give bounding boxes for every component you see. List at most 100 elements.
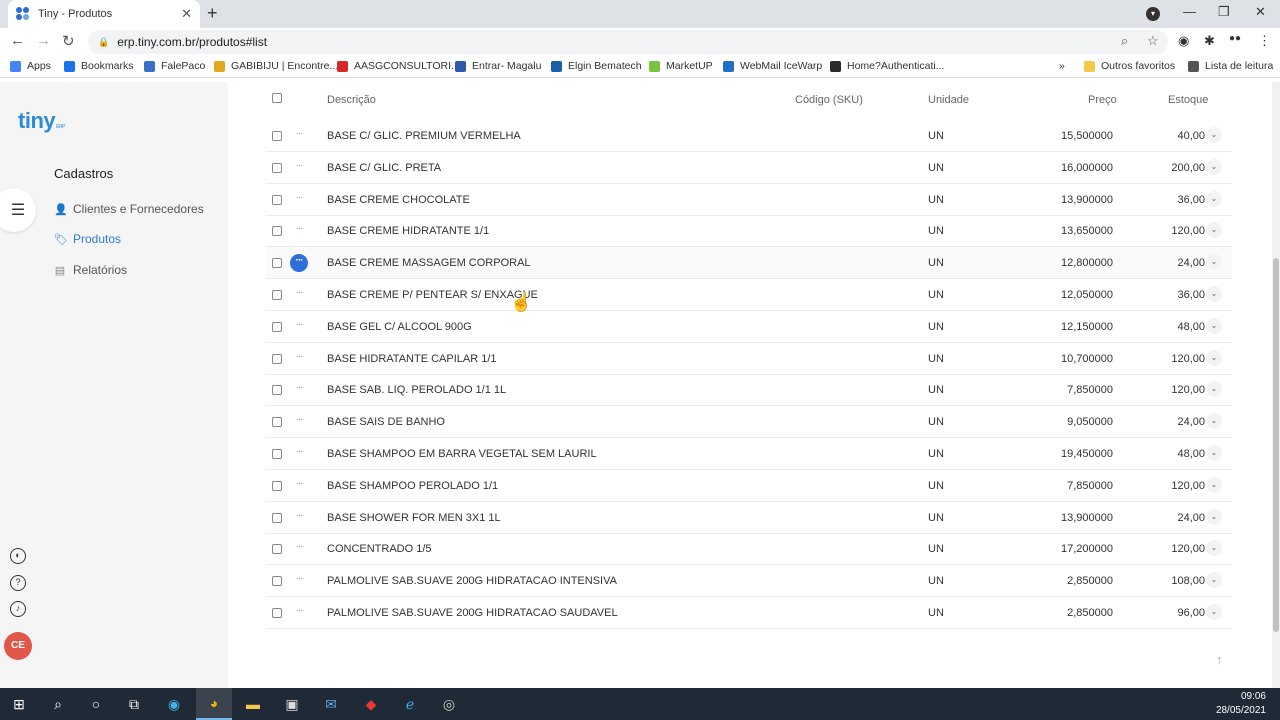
cell-description[interactable]: BASE SAB. LIQ. PEROLADO 1/1 1L [327,374,506,406]
select-all-checkbox[interactable] [272,93,282,103]
row-checkbox[interactable] [272,417,282,428]
row-checkbox[interactable] [272,449,282,459]
cell-description[interactable]: CONCENTRADO 1/5 [327,533,432,565]
row-actions-icon[interactable]: ··· [290,604,308,622]
table-row[interactable]: ··· BASE CREME CHOCOLATE UN 13,900000 36,00 ⌄ [266,184,1232,216]
table-row[interactable]: ··· PALMOLIVE SAB.SUAVE 200G HIDRATACAO I… [266,565,1232,598]
table-row[interactable]: ··· BASE CREME MASSAGEM CORPORAL UN 12,8000… [266,247,1232,280]
row-checkbox[interactable] [272,321,282,332]
page-scrollbar[interactable] [1272,82,1280,688]
bookmark-apps[interactable]: Apps [10,60,51,72]
table-row[interactable]: ··· BASE SAIS DE BANHO UN 9,050000 24,00 ⌄ [266,406,1232,439]
tab-close-icon[interactable]: ✕ [181,6,192,22]
chevron-down-icon[interactable]: ⌄ [1206,286,1222,302]
row-checkbox[interactable] [272,131,282,141]
bookmark-bookmarks[interactable]: Bookmarks [64,60,134,72]
file-explorer-icon[interactable]: ▬ [243,694,263,714]
taskbar-clock[interactable]: 09:06 28/05/2021 [1216,690,1266,718]
cell-description[interactable]: BASE HIDRATANTE CAPILAR 1/1 [327,343,497,375]
row-actions-icon[interactable]: ··· [290,509,308,527]
cell-description[interactable]: BASE SHAMPOO EM BARRA VEGETAL SEM LAURIL [327,438,597,470]
table-row[interactable]: ··· BASE CREME P/ PENTEAR S/ ENXAGUE UN 12,… [266,279,1232,311]
chevron-down-icon[interactable]: ⌄ [1206,190,1222,207]
restore-button[interactable]: ❐ [1218,4,1230,20]
row-actions-icon[interactable]: ··· [290,127,308,145]
mail-icon[interactable]: ✉ [321,694,341,714]
bookmark-other-favorites[interactable]: Outros favoritos [1084,60,1175,72]
cell-description[interactable]: BASE SHAMPOO PEROLADO 1/1 [327,470,498,502]
row-checkbox[interactable] [272,258,282,269]
column-header-sku[interactable]: Código (SKU) [795,94,863,106]
table-row[interactable]: ··· BASE SAB. LIQ. PEROLADO 1/1 1L UN 7,850… [266,374,1232,407]
row-actions-icon[interactable]: ··· [290,286,308,304]
chevron-down-icon[interactable]: ⌄ [1206,540,1222,557]
table-row[interactable]: ··· PALMOLIVE SAB.SUAVE 200G HIDRATACAO S… [266,597,1232,629]
table-row[interactable]: ··· BASE SHAMPOO PEROLADO 1/1 UN 7,850000 12… [266,470,1232,502]
bookmark-elgin[interactable]: Elgin Bematech [551,60,642,72]
table-row[interactable]: ··· BASE C/ GLIC. PRETA UN 16,000000 200,00 ⌄ [266,152,1232,184]
row-actions-icon[interactable]: ··· [290,572,308,590]
cell-description[interactable]: BASE C/ GLIC. PRETA [327,152,441,184]
row-checkbox[interactable] [272,290,282,300]
row-actions-icon[interactable]: ··· [290,540,308,558]
search-icon[interactable]: ⌕ [48,694,68,714]
chevron-down-icon[interactable]: ⌄ [1206,158,1222,175]
help-icon[interactable]: ? [10,575,26,591]
chevron-down-icon[interactable]: ⌄ [1206,572,1222,589]
chrome-menu-icon[interactable]: ⋮ [1258,33,1271,49]
scrollbar-thumb[interactable] [1273,258,1279,632]
close-window-button[interactable]: ✕ [1255,4,1266,20]
cell-description[interactable]: BASE SHOWER FOR MEN 3X1 1L [327,502,501,534]
cell-description[interactable]: BASE CREME P/ PENTEAR S/ ENXAGUE [327,279,538,311]
profile-icon[interactable]: ●● [1229,33,1241,44]
contrast-icon[interactable]: ◐ [10,548,26,564]
row-checkbox[interactable] [272,353,282,364]
column-header-price[interactable]: Preço [1088,94,1117,106]
row-checkbox[interactable] [272,608,282,618]
bookmarks-overflow[interactable]: » [1059,60,1065,72]
new-tab-button[interactable]: + [207,3,218,24]
row-actions-icon[interactable]: ··· [290,222,308,240]
column-header-unit[interactable]: Unidade [928,94,969,106]
bookmark-icewarp[interactable]: WebMail IceWarp [723,60,822,72]
cell-description[interactable]: BASE CREME CHOCOLATE [327,184,470,216]
cell-description[interactable]: BASE CREME MASSAGEM CORPORAL [327,247,531,279]
reading-list[interactable]: Lista de leitura [1188,60,1273,72]
forward-arrow-icon[interactable]: → [36,32,51,49]
chevron-down-icon[interactable]: ⌄ [1206,445,1222,461]
row-checkbox[interactable] [272,226,282,237]
row-checkbox[interactable] [272,544,282,555]
puzzle-extensions-icon[interactable]: ✱ [1204,33,1215,49]
chevron-down-icon[interactable]: ⌄ [1206,604,1222,620]
obs-icon[interactable]: ◎ [439,694,459,714]
column-header-stock[interactable]: Estoque [1168,94,1208,106]
chevron-down-icon[interactable]: ⌄ [1206,127,1222,143]
internet-explorer-icon[interactable]: ℯ [400,694,420,714]
row-actions-icon[interactable]: ··· [290,191,308,209]
task-view-icon[interactable]: ⧉ [124,694,144,714]
extension-g-icon[interactable]: ◉ [1178,33,1189,49]
row-checkbox[interactable] [272,576,282,587]
bookmark-marketup[interactable]: MarketUP [649,60,713,72]
cell-description[interactable]: BASE C/ GLIC. PREMIUM VERMELHA [327,120,521,152]
chevron-down-icon[interactable]: ⌄ [1206,222,1222,239]
row-actions-icon[interactable]: ··· [290,413,308,431]
cell-description[interactable]: PALMOLIVE SAB.SUAVE 200G HIDRATACAO INTE… [327,565,617,597]
table-row[interactable]: ··· BASE SHOWER FOR MEN 3X1 1L UN 13,900000… [266,502,1232,534]
chevron-down-icon[interactable]: ⌄ [1206,508,1222,525]
row-checkbox[interactable] [272,512,282,523]
row-checkbox[interactable] [272,162,282,173]
user-avatar[interactable]: CE [4,632,32,660]
chevron-down-icon[interactable]: ⌄ [1206,317,1222,334]
row-actions-icon[interactable]: ··· [290,350,308,368]
bookmark-gabibiju[interactable]: GABIBIJU | Encontre... [214,60,338,72]
row-checkbox[interactable] [272,194,282,205]
cortana-icon[interactable]: ○ [86,694,106,714]
store-icon[interactable]: ▣ [282,694,302,714]
bookmark-aasgconsultoria[interactable]: AASGCONSULTORI... [337,60,460,72]
row-actions-icon[interactable]: ··· [290,159,308,177]
row-actions-icon[interactable]: ··· [290,445,308,463]
row-actions-icon[interactable]: ··· [290,477,308,495]
table-row[interactable]: ··· BASE CREME HIDRATANTE 1/1 UN 13,650000 1… [266,215,1232,248]
row-actions-icon[interactable]: ··· [290,381,308,399]
